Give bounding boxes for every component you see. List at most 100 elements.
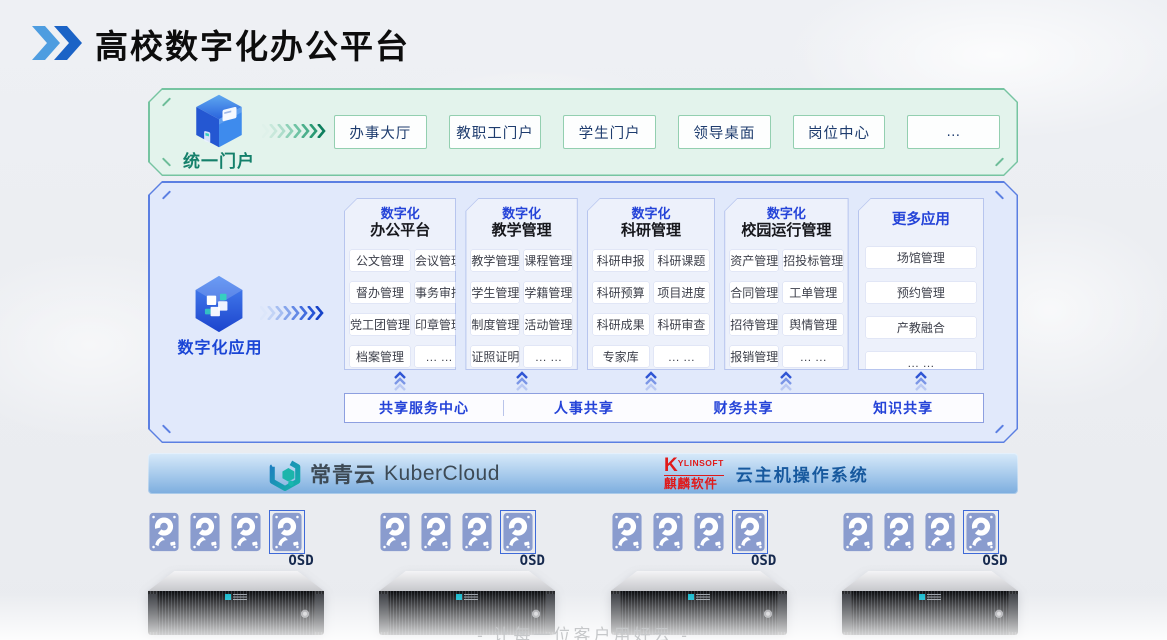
rack-top-surface <box>611 571 787 591</box>
app-chip: 科研申报 <box>593 250 649 271</box>
portal-button-service-hall: 办事大厅 <box>334 115 427 149</box>
kylin-os-group: K YLINSOFT 麒麟软件 云主机操作系统 <box>664 453 869 494</box>
shared-services-bar: 共享服务中心 人事共享 财务共享 知识共享 <box>344 393 984 423</box>
hard-disk-icon <box>379 512 411 552</box>
osd-label: OSD <box>278 552 324 569</box>
app-chip: 科研课题 <box>654 250 710 271</box>
column-header: 更多应用 <box>859 199 983 235</box>
disk-row <box>379 512 555 552</box>
hard-disk-icon <box>461 512 493 552</box>
app-chip: 科研成果 <box>593 314 649 335</box>
app-chip: 报销管理 <box>730 346 778 367</box>
column-header: 数字化 教学管理 <box>466 199 576 241</box>
app-column-campus-operation: 数字化 校园运行管理 资产管理 招投标管理 合同管理 工单管理 招待管理 舆情管… <box>724 198 848 370</box>
cloud-platform-bar: 常青云 KuberCloud K YLINSOFT 麒麟软件 云主机操作系统 <box>148 453 1018 494</box>
portal-button-more: … <box>907 115 1000 149</box>
app-column-research-mgmt: 数字化 科研管理 科研申报 科研课题 科研预算 项目进度 科研成果 科研审查 专… <box>587 198 715 370</box>
hard-disk-icon <box>693 512 725 552</box>
double-chevron-right-icon <box>30 26 84 60</box>
blue-flow-arrows-icon <box>260 306 330 320</box>
unified-portal-label: 统一门户 <box>154 147 284 172</box>
app-chip: 活动管理 <box>524 314 572 335</box>
app-chip: 预约管理 <box>866 282 976 303</box>
app-chip: … … <box>654 346 710 367</box>
kubercloud-hexagon-icon <box>268 456 302 492</box>
kylin-k-letter: K <box>664 457 678 474</box>
disk-row <box>842 512 1018 552</box>
app-chip: 场馆管理 <box>866 247 976 268</box>
unified-portal-panel: 统一门户 办事大厅 教职工门户 学生门户 领导桌面 岗位中心 … <box>148 88 1018 176</box>
app-chip: 招投标管理 <box>783 250 843 271</box>
app-chip: 项目进度 <box>654 282 710 303</box>
kubercloud-en-label: KuberCloud <box>384 462 500 486</box>
app-column-office-platform: 数字化 办公平台 公文管理 会议管理 督办管理 事务审批 党工团管理 印章管理 … <box>344 198 456 370</box>
osd-label: OSD <box>741 552 787 569</box>
app-chip: 科研审查 <box>654 314 710 335</box>
footer-caption: - 让每一位客户用好云 - <box>0 621 1167 640</box>
portal-button-staff-portal: 教职工门户 <box>449 115 542 149</box>
up-arrows-row <box>344 371 984 392</box>
page-title: 高校数字化办公平台 <box>95 20 410 68</box>
hard-disk-icon <box>611 512 643 552</box>
shared-item-hr: 人事共享 <box>504 398 664 418</box>
app-chip: 学生管理 <box>471 282 519 303</box>
green-flow-arrows-icon <box>262 124 332 138</box>
app-chip: 课程管理 <box>524 250 572 271</box>
hard-disk-icon <box>883 512 915 552</box>
app-chip: … … <box>524 346 572 367</box>
cloud-host-os-label: 云主机操作系统 <box>736 461 869 486</box>
hard-disk-icon <box>652 512 684 552</box>
column-header: 数字化 校园运行管理 <box>725 199 847 241</box>
hard-disk-osd-icon <box>271 512 303 552</box>
column-header: 数字化 办公平台 <box>345 199 455 241</box>
hard-disk-osd-icon <box>965 512 997 552</box>
app-chip: 产教融合 <box>866 317 976 338</box>
column-header: 数字化 科研管理 <box>588 199 714 241</box>
app-chip: 资产管理 <box>730 250 778 271</box>
hard-disk-osd-icon <box>502 512 534 552</box>
app-chip: 证照证明 <box>471 346 519 367</box>
hard-disk-icon <box>924 512 956 552</box>
hard-disk-icon <box>842 512 874 552</box>
app-chip: 工单管理 <box>783 282 843 303</box>
digital-apps-panel: 数字化应用 数字化 办公平台 <box>148 181 1018 443</box>
hard-disk-icon <box>189 512 221 552</box>
hard-disk-icon <box>420 512 452 552</box>
app-chip: 公文管理 <box>350 250 410 271</box>
portal-button-row: 办事大厅 教职工门户 学生门户 领导桌面 岗位中心 … <box>334 115 1000 149</box>
digital-apps-hexagon-icon <box>190 274 248 334</box>
app-chip: 舆情管理 <box>783 314 843 335</box>
app-chip: 招待管理 <box>730 314 778 335</box>
hard-disk-osd-icon <box>734 512 766 552</box>
triple-chevron-up-icon <box>779 371 793 392</box>
disk-row <box>148 512 324 552</box>
rack-top-surface <box>842 571 1018 591</box>
app-chip: 学籍管理 <box>524 282 572 303</box>
kylinsoft-logo: K YLINSOFT 麒麟软件 <box>664 457 724 491</box>
app-chip: 督办管理 <box>350 282 410 303</box>
rack-top-surface <box>379 571 555 591</box>
disk-row <box>611 512 787 552</box>
slide-canvas: 高校数字化办公平台 统一门户 <box>0 0 1167 640</box>
app-column-teaching-mgmt: 数字化 教学管理 教学管理 课程管理 学生管理 学籍管理 制度管理 活动管理 证… <box>465 198 577 370</box>
rack-top-surface <box>148 571 324 591</box>
portal-button-post-center: 岗位中心 <box>793 115 886 149</box>
triple-chevron-up-icon <box>393 371 407 392</box>
osd-label: OSD <box>509 552 555 569</box>
app-chip: … … <box>783 346 843 367</box>
portal-button-leader-desktop: 领导桌面 <box>678 115 771 149</box>
unified-portal-cube-icon <box>192 93 246 149</box>
app-chip: 党工团管理 <box>350 314 410 335</box>
app-column-more-apps: 更多应用 场馆管理 预约管理 产教融合 … … <box>858 198 984 370</box>
app-columns-row: 数字化 办公平台 公文管理 会议管理 督办管理 事务审批 党工团管理 印章管理 … <box>344 198 984 370</box>
kylin-wordmark: YLINSOFT <box>678 459 724 468</box>
app-chip: 合同管理 <box>730 282 778 303</box>
kubercloud-cn-label: 常青云 <box>310 459 376 489</box>
shared-item-finance: 财务共享 <box>664 398 824 418</box>
app-chip: 档案管理 <box>350 346 410 367</box>
app-chip: 科研预算 <box>593 282 649 303</box>
kubercloud-logo: 常青云 KuberCloud <box>268 453 500 494</box>
shared-item-service-center: 共享服务中心 <box>345 398 503 418</box>
triple-chevron-up-icon <box>644 371 658 392</box>
app-chip: 教学管理 <box>471 250 519 271</box>
